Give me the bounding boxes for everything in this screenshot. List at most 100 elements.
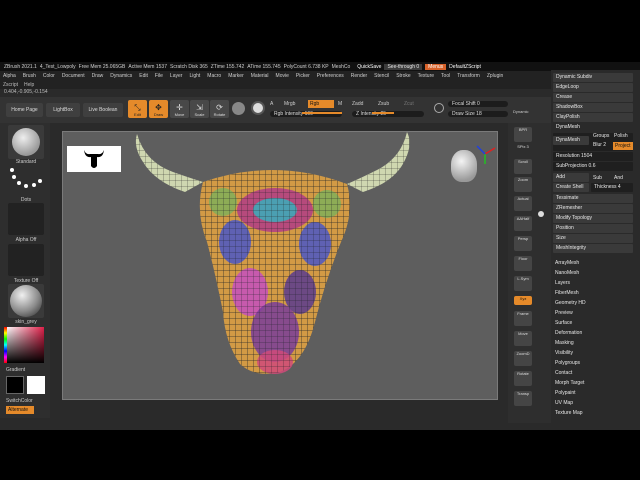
subpalette-polygroups[interactable]: Polygroups: [555, 360, 580, 366]
claypolish-button[interactable]: ClayPolish: [553, 113, 633, 122]
dynamic-subdiv-button[interactable]: Dynamic Subdiv: [553, 73, 633, 82]
aahalf-button[interactable]: AAHalf: [514, 216, 532, 231]
scroll-knob-icon[interactable]: [538, 211, 544, 217]
subpalette-visibility[interactable]: Visibility: [555, 350, 573, 356]
edgeloop-button[interactable]: EdgeLoop: [553, 83, 633, 92]
menu-brush[interactable]: Brush: [23, 73, 36, 79]
see-through-slider[interactable]: See-through 0: [384, 63, 423, 70]
subpalette-preview[interactable]: Preview: [555, 310, 573, 316]
thickness-slider[interactable]: Thickness 4: [591, 183, 633, 192]
alternate-button[interactable]: Alternate: [6, 406, 34, 414]
xyz-button[interactable]: Xyz: [514, 296, 532, 305]
actual-button[interactable]: Actual: [514, 196, 532, 211]
menu-macro[interactable]: Macro: [207, 73, 221, 79]
default-zscript-button[interactable]: DefaultZScript: [449, 64, 481, 70]
subpalette-layers[interactable]: Layers: [555, 280, 570, 286]
material-thumbnail[interactable]: [8, 284, 44, 318]
menu-alpha[interactable]: Alpha: [3, 73, 16, 79]
menus-button[interactable]: Menus: [425, 63, 447, 70]
draw-button[interactable]: ✥ Draw: [149, 100, 168, 118]
move-button[interactable]: ✛ Move: [170, 100, 189, 118]
menu-draw[interactable]: Draw: [92, 73, 104, 79]
dynamesh-header[interactable]: DynaMesh: [553, 123, 633, 132]
menu-color[interactable]: Color: [43, 73, 55, 79]
menu-document[interactable]: Document: [62, 73, 85, 79]
mrgb-button[interactable]: Mrgb: [284, 101, 295, 107]
alpha-thumbnail[interactable]: [8, 203, 44, 235]
rgb-button[interactable]: Rgb: [308, 100, 334, 108]
menu-help[interactable]: Help: [24, 82, 34, 88]
crease-button[interactable]: Crease: [553, 93, 633, 102]
shadowbox-button[interactable]: ShadowBox: [553, 103, 633, 112]
menu-movie[interactable]: Movie: [276, 73, 289, 79]
menu-stroke[interactable]: Stroke: [396, 73, 410, 79]
axis-gizmo-icon[interactable]: [473, 142, 497, 166]
and-button[interactable]: And: [614, 175, 623, 181]
menu-zscript[interactable]: Zscript: [3, 82, 18, 88]
zoom-button[interactable]: Zoom: [514, 177, 532, 192]
menu-preferences[interactable]: Preferences: [317, 73, 344, 79]
home-page-button[interactable]: Home Page: [6, 103, 43, 117]
menu-texture[interactable]: Texture: [418, 73, 434, 79]
lsym-button[interactable]: L.Sym: [514, 276, 532, 291]
draw-size-slider[interactable]: Draw Size 18: [448, 111, 508, 117]
hue-strip[interactable]: [4, 327, 7, 363]
subpalette-geometry-hd[interactable]: Geometry HD: [555, 300, 586, 306]
zoom3d-button[interactable]: ZoomD: [514, 351, 532, 366]
zadd-button[interactable]: Zadd: [352, 101, 363, 107]
blur-slider[interactable]: Blur 2: [593, 142, 606, 148]
meshintegrity-button[interactable]: MeshIntegrity: [553, 244, 633, 253]
subpalette-fibermesh[interactable]: FiberMesh: [555, 290, 579, 296]
bpr-button[interactable]: BPR: [514, 127, 532, 142]
modify-topology-button[interactable]: Modify Topology: [553, 214, 633, 223]
polish-button[interactable]: Polish: [614, 133, 628, 139]
stroke-thumbnail[interactable]: [8, 166, 44, 194]
texture-thumbnail[interactable]: [8, 244, 44, 276]
menu-material[interactable]: Material: [251, 73, 269, 79]
menu-picker[interactable]: Picker: [296, 73, 310, 79]
subpalette-nanomesh[interactable]: NanoMesh: [555, 270, 579, 276]
menu-zplugin[interactable]: Zplugin: [487, 73, 503, 79]
zcut-button[interactable]: Zcut: [404, 101, 414, 107]
gizmo-icon[interactable]: [232, 102, 245, 115]
subpalette-arraymesh[interactable]: ArrayMesh: [555, 260, 579, 266]
transp-button[interactable]: Transp: [514, 391, 532, 406]
menu-stencil[interactable]: Stencil: [374, 73, 389, 79]
menu-file[interactable]: File: [155, 73, 163, 79]
create-shell-button[interactable]: Create Shell: [553, 183, 589, 192]
secondary-color-swatch[interactable]: [27, 376, 45, 394]
menu-layer[interactable]: Layer: [170, 73, 183, 79]
menu-transform[interactable]: Transform: [457, 73, 480, 79]
add-button[interactable]: Add: [553, 173, 589, 182]
rotate-button[interactable]: ⟳ Rotate: [210, 100, 229, 118]
subpalette-polypaint[interactable]: Polypaint: [555, 390, 576, 396]
menu-render[interactable]: Render: [351, 73, 367, 79]
scale-button[interactable]: ⇲ Scale: [190, 100, 209, 118]
menu-dynamics[interactable]: Dynamics: [110, 73, 132, 79]
lightbox-button[interactable]: LightBox: [46, 103, 80, 117]
switch-color-button[interactable]: SwitchColor: [6, 398, 46, 404]
floor-button[interactable]: Floor: [514, 256, 532, 271]
subpalette-deformation[interactable]: Deformation: [555, 330, 582, 336]
focal-shift-slider[interactable]: Focal Shift 0: [448, 101, 508, 107]
rotate-view-button[interactable]: Rotate: [514, 371, 532, 386]
subprojection-slider[interactable]: SubProjection 0.6: [553, 162, 633, 171]
dynamesh-button[interactable]: DynaMesh: [553, 136, 589, 145]
tessimate-button[interactable]: Tessimate: [553, 194, 633, 203]
resolution-slider[interactable]: Resolution 1504: [553, 152, 633, 161]
groups-button[interactable]: Groups: [593, 133, 609, 139]
color-picker[interactable]: [6, 327, 44, 363]
menu-light[interactable]: Light: [189, 73, 200, 79]
menu-edit[interactable]: Edit: [139, 73, 148, 79]
spix-slider[interactable]: SPix 3: [514, 144, 532, 152]
zremesher-button[interactable]: ZRemesher: [553, 204, 633, 213]
position-button[interactable]: Position: [553, 224, 633, 233]
subpalette-surface[interactable]: Surface: [555, 320, 572, 326]
project-button[interactable]: Project: [613, 142, 633, 150]
dynamic-button[interactable]: Dynamic: [513, 109, 529, 114]
document-canvas[interactable]: [62, 131, 498, 400]
live-boolean-button[interactable]: Live Boolean: [83, 103, 123, 117]
frame-button[interactable]: Frame: [514, 311, 532, 326]
scroll-button[interactable]: Scroll: [514, 159, 532, 174]
move-view-button[interactable]: Move: [514, 331, 532, 346]
